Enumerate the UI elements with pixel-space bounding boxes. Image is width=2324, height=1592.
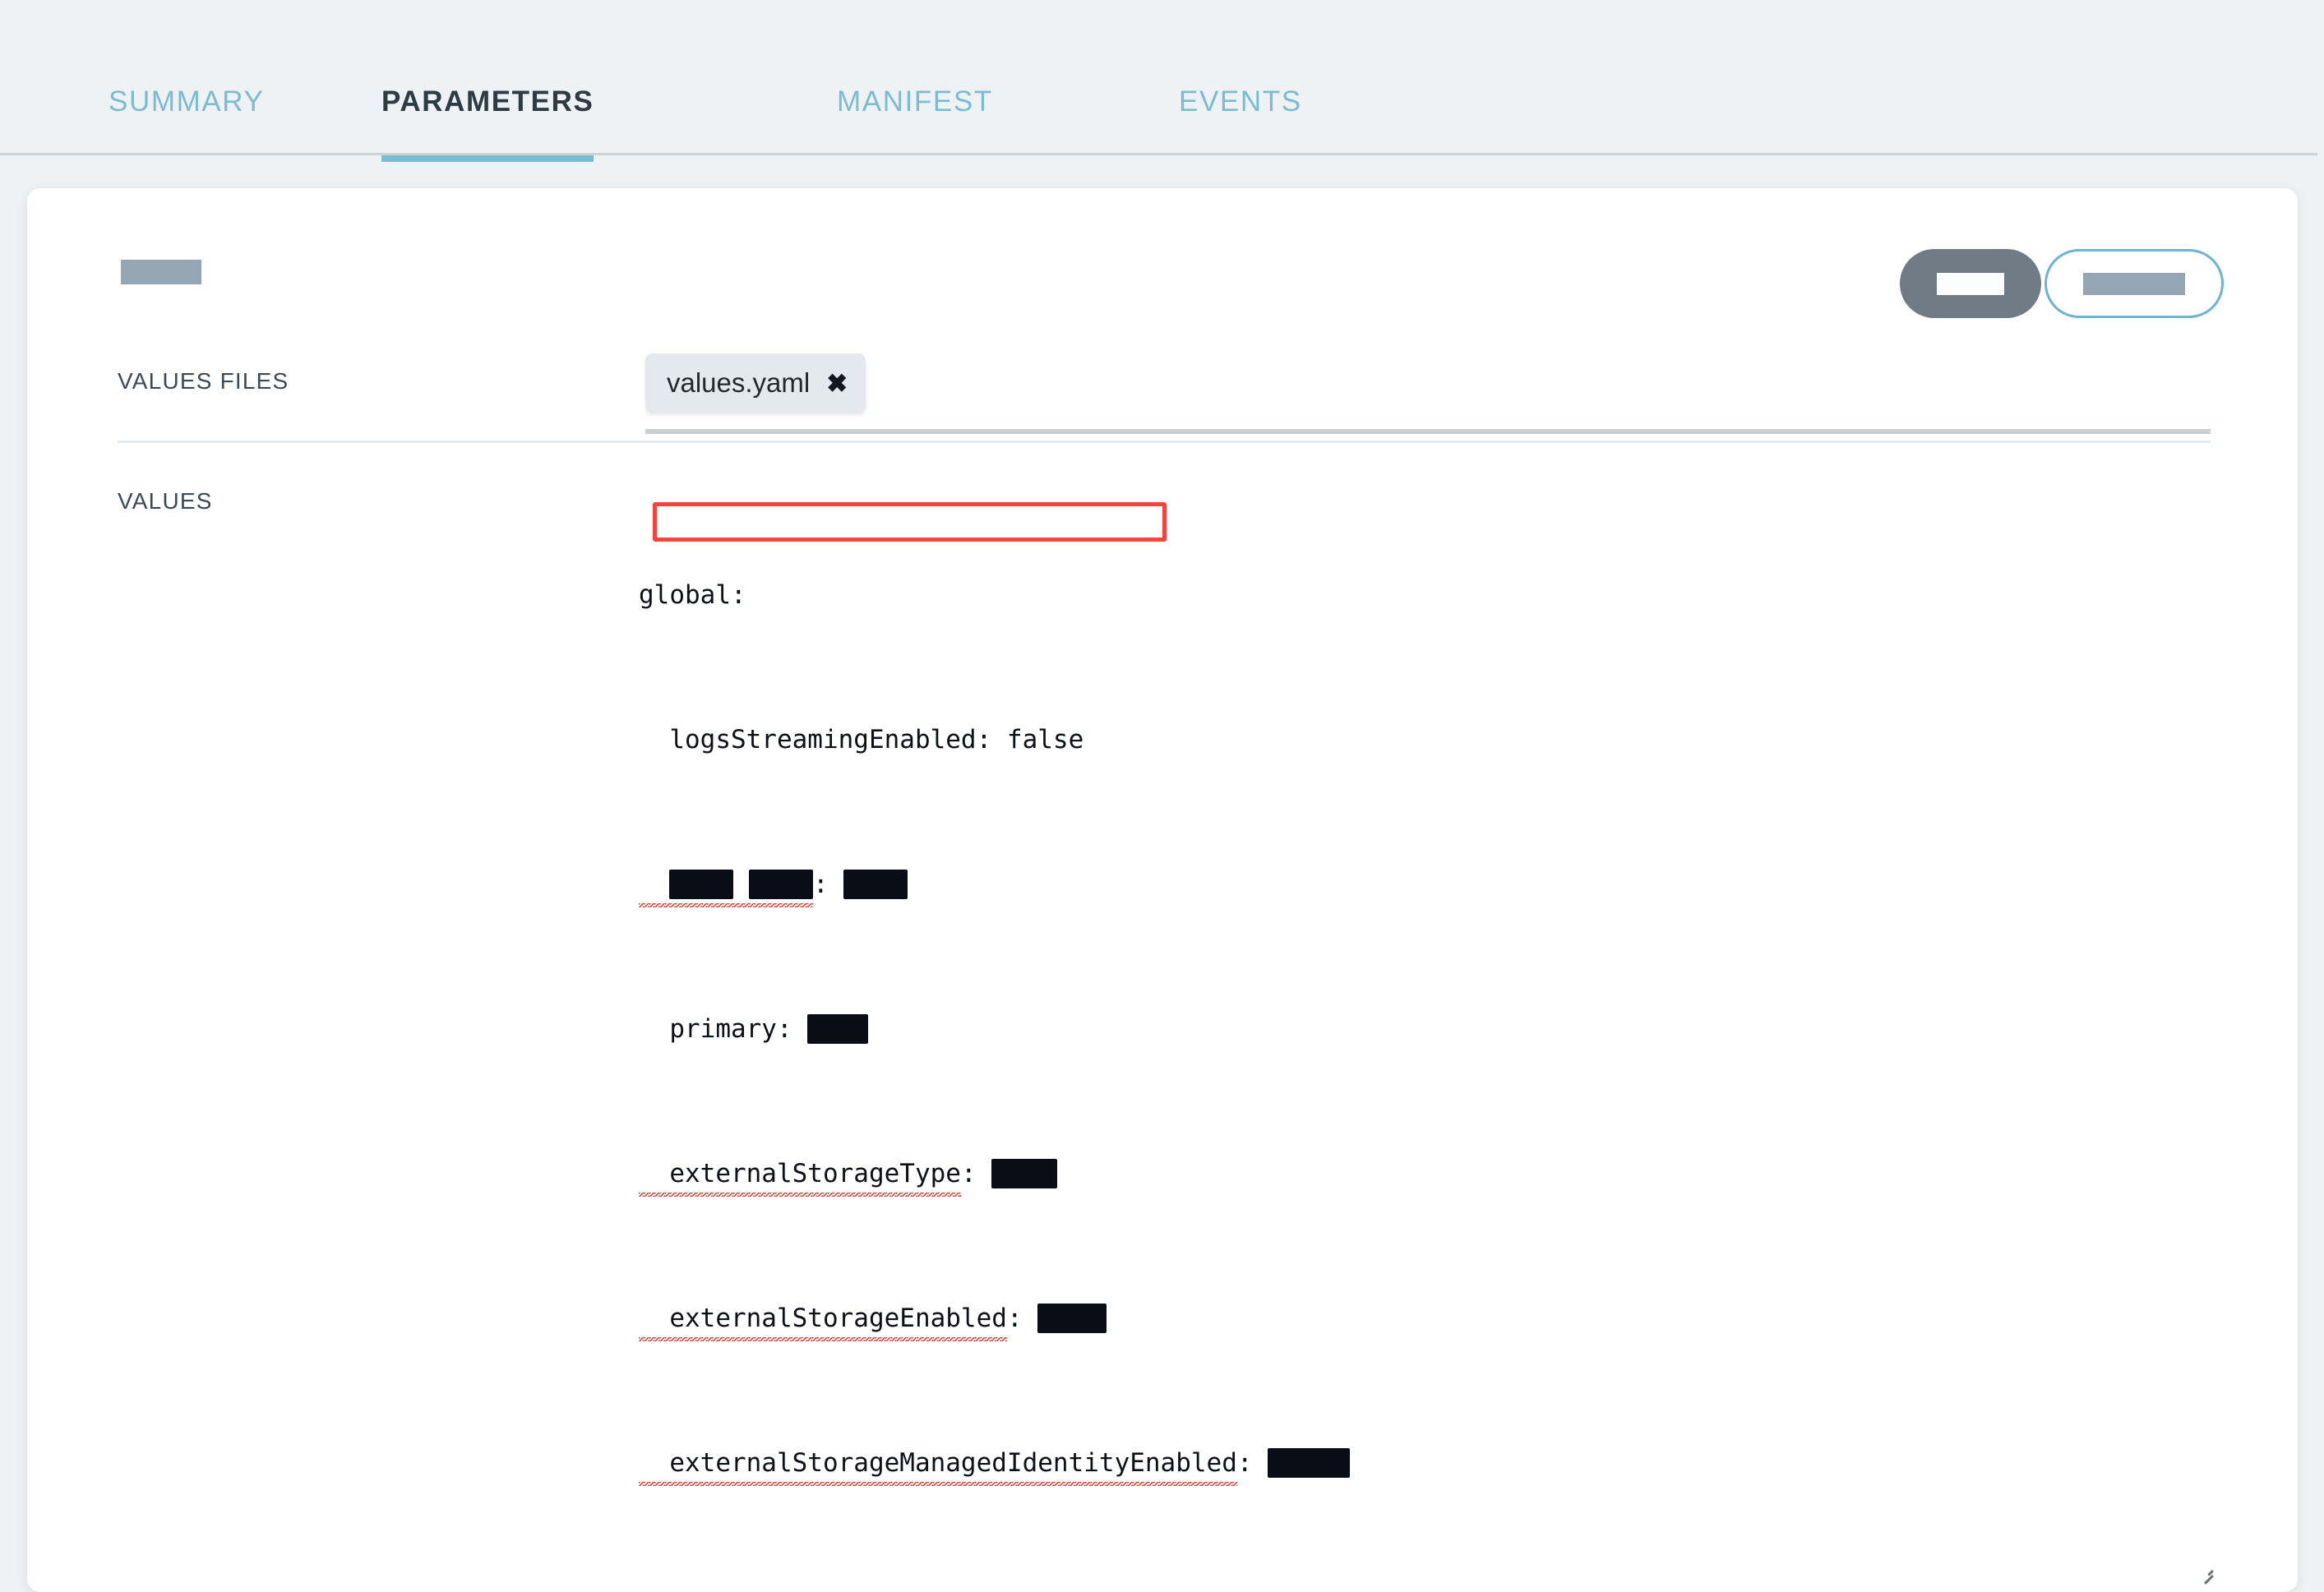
- yaml-text: :: [1006, 1304, 1038, 1333]
- yaml-line: :: [639, 866, 2250, 907]
- card-title-redacted: [121, 260, 201, 284]
- parameters-page: SUMMARY PARAMETERS MANIFEST EVENTS VALUE…: [0, 0, 2324, 1592]
- tab-parameters[interactable]: PARAMETERS: [381, 85, 594, 162]
- highlight-box-logs-streaming-enabled: [653, 502, 1167, 542]
- tab-events[interactable]: EVENTS: [1179, 85, 1302, 136]
- form-row-divider: [118, 441, 2211, 443]
- values-files-label: VALUES FILES: [118, 368, 289, 394]
- yaml-line-highlighted: logsStreamingEnabled: false: [639, 722, 2250, 758]
- yaml-text: externalStorageType: [639, 1156, 961, 1197]
- tab-manifest-label: MANIFEST: [837, 85, 993, 118]
- tab-active-indicator: [381, 155, 594, 162]
- yaml-text: externalStorageEnabled: [639, 1300, 1007, 1341]
- values-files-input-underline: [645, 429, 2211, 434]
- tab-bar: SUMMARY PARAMETERS MANIFEST EVENTS: [0, 0, 2324, 162]
- redacted-value: [843, 870, 908, 899]
- values-yaml-editor[interactable]: global: logsStreamingEnabled: false : pr…: [639, 468, 2250, 1592]
- secondary-action-button[interactable]: [2044, 249, 2224, 318]
- primary-action-button[interactable]: [1900, 249, 2041, 318]
- yaml-line: global:: [639, 577, 2250, 613]
- tab-summary-label: SUMMARY: [109, 85, 265, 118]
- redacted-value: [991, 1159, 1058, 1188]
- redacted-value: [1268, 1448, 1351, 1478]
- yaml-text: global:: [639, 580, 746, 610]
- values-file-chip-label: values.yaml: [667, 367, 811, 398]
- yaml-text: :: [813, 870, 844, 899]
- scrollbar-track[interactable]: [2317, 0, 2324, 1592]
- redacted-value: [1037, 1304, 1107, 1333]
- primary-action-button-label-redacted: [1937, 272, 2004, 295]
- tab-parameters-label: PARAMETERS: [381, 85, 594, 118]
- yaml-line: primary:: [639, 1011, 2250, 1047]
- yaml-text: [639, 866, 813, 907]
- yaml-text: primary:: [639, 1014, 808, 1044]
- close-icon[interactable]: ✖: [826, 371, 848, 396]
- values-label: VALUES: [118, 488, 213, 514]
- yaml-text: :: [960, 1159, 992, 1188]
- secondary-action-button-label-redacted: [2083, 272, 2185, 295]
- yaml-text: externalStorageManagedIdentityEnabled: [639, 1445, 1237, 1486]
- values-file-chip[interactable]: values.yaml ✖: [645, 353, 866, 413]
- redacted-value: [807, 1014, 869, 1044]
- yaml-line: externalStorageManagedIdentityEnabled:: [639, 1445, 2250, 1486]
- yaml-line: externalStorageEnabled:: [639, 1300, 2250, 1341]
- tab-bar-divider: [0, 153, 2324, 155]
- tab-summary[interactable]: SUMMARY: [109, 85, 264, 136]
- yaml-text: logsStreamingEnabled: false: [639, 725, 1084, 754]
- tab-events-label: EVENTS: [1179, 85, 1302, 118]
- yaml-line: externalStorageType:: [639, 1156, 2250, 1197]
- resize-handle[interactable]: [2199, 1563, 2214, 1585]
- tab-manifest[interactable]: MANIFEST: [837, 85, 993, 136]
- yaml-text: :: [1236, 1448, 1268, 1478]
